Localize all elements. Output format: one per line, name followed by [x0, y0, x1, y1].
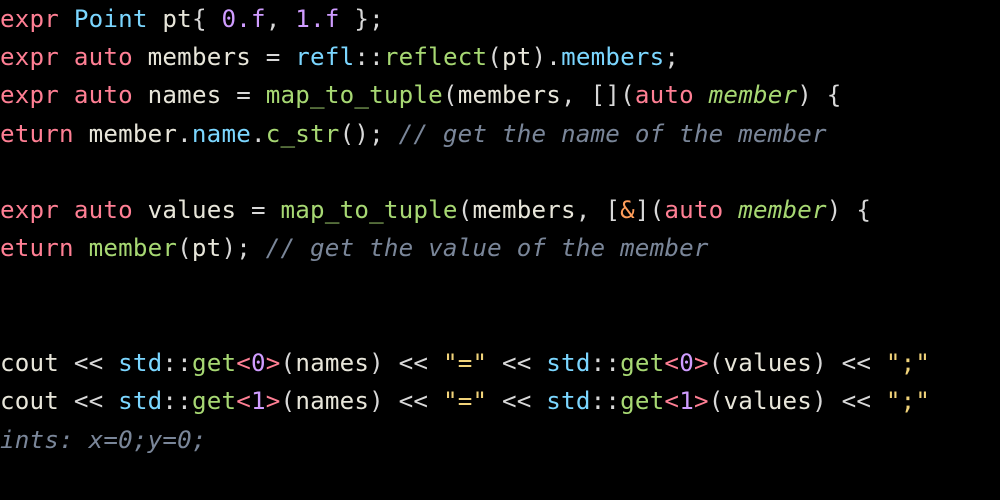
string: "=": [443, 349, 487, 377]
code-line: cout << std::get<0>(names) << "=" << std…: [0, 349, 930, 377]
comment: ints: x=0;y=0;: [0, 426, 207, 454]
code-line: expr auto values = map_to_tuple(members,…: [0, 196, 871, 224]
string: "=": [443, 387, 487, 415]
keyword: expr: [0, 5, 59, 33]
type: Point: [74, 5, 148, 33]
code-line: expr auto names = map_to_tuple(members, …: [0, 81, 842, 109]
ident: pt: [162, 5, 192, 33]
code-block: expr Point pt{ 0.f, 1.f }; expr auto mem…: [0, 0, 1000, 459]
code-line: ints: x=0;y=0;: [0, 426, 207, 454]
code-line: expr auto members = refl::reflect(pt).me…: [0, 43, 679, 71]
code-line: [0, 158, 15, 186]
string: ";": [886, 349, 930, 377]
code-line: eturn member.name.c_str(); // get the na…: [0, 120, 827, 148]
param: member: [738, 196, 827, 224]
operator: &: [620, 196, 635, 224]
comment: // get the value of the member: [266, 234, 709, 262]
code-line: [0, 311, 15, 339]
comment: // get the name of the member: [399, 120, 827, 148]
code-line: cout << std::get<1>(names) << "=" << std…: [0, 387, 930, 415]
string: ";": [886, 387, 930, 415]
param: member: [709, 81, 798, 109]
number: 1: [295, 5, 310, 33]
code-line: [0, 273, 15, 301]
code-line: eturn member(pt); // get the value of th…: [0, 234, 709, 262]
number: 0: [221, 5, 236, 33]
code-line: expr Point pt{ 0.f, 1.f };: [0, 5, 384, 33]
